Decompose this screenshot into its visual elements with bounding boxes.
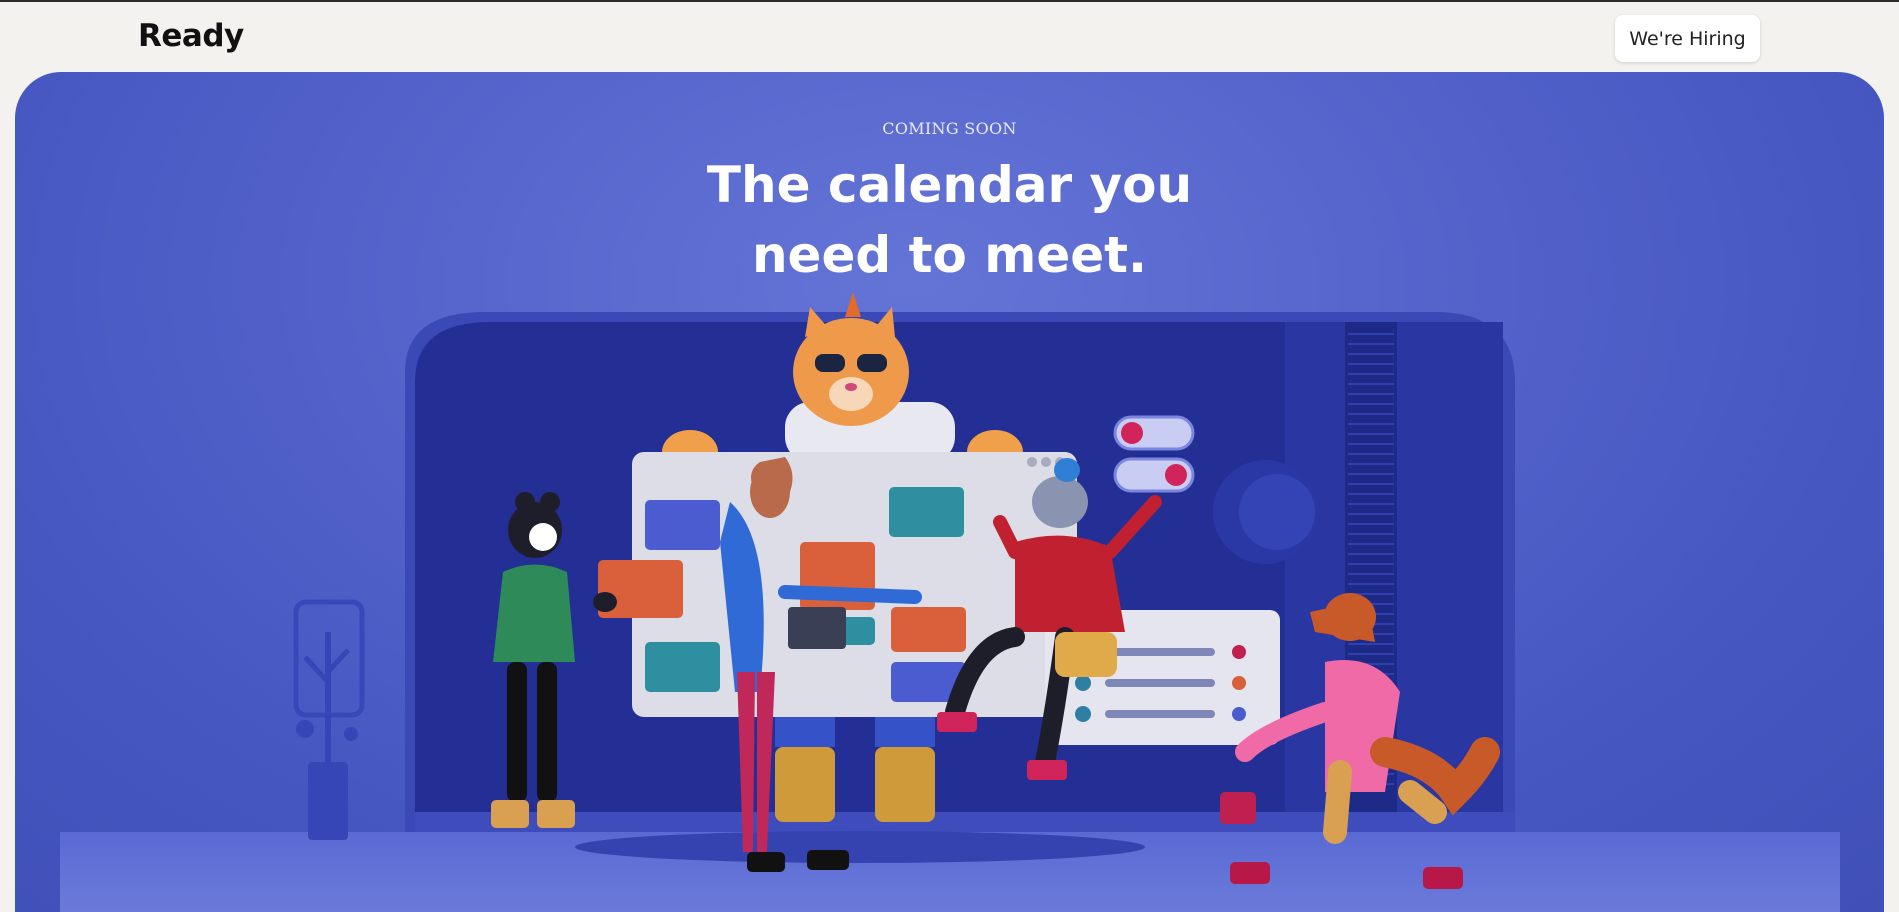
calendar-tile [891,607,966,652]
platform [575,831,1145,863]
calendar-board [632,452,1077,717]
coming-soon-label: COMING SOON [882,119,1017,138]
plant-decoration [293,599,365,840]
calendar-tile [889,487,964,537]
were-hiring-button[interactable]: We're Hiring [1615,15,1760,62]
logo[interactable]: Ready [138,18,244,54]
check-circle-icon [1075,675,1091,691]
calendar-tile [645,500,720,550]
hero-section: COMING SOON The calendar you need to mee… [15,72,1884,912]
hero-headline: The calendar you need to meet. [15,150,1884,290]
calendar-tile [645,642,720,692]
headline-line-2: need to meet. [751,226,1148,284]
headline-line-1: The calendar you [706,156,1193,214]
site-header: Ready We're Hiring [0,2,1899,72]
check-circle-icon [1075,706,1091,722]
